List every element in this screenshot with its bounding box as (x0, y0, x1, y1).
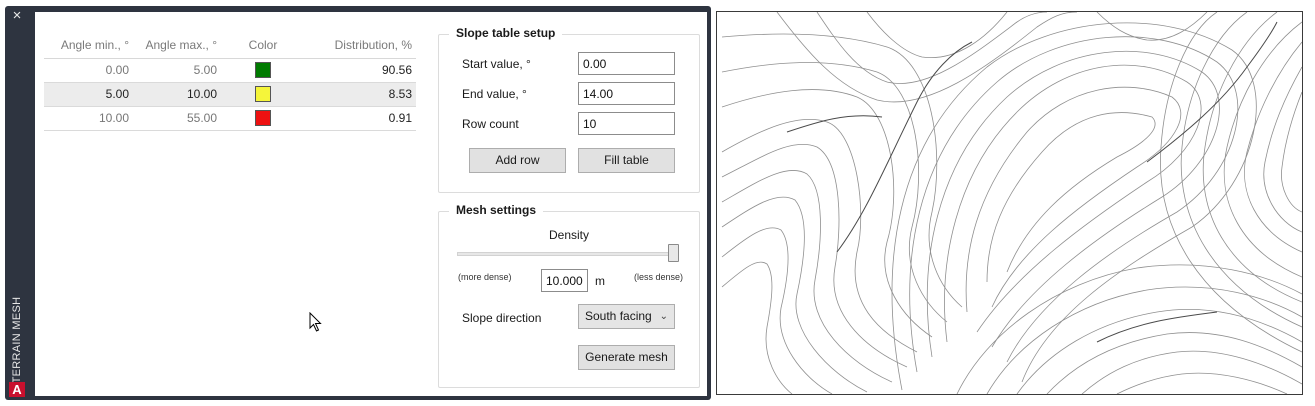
start-value-input[interactable] (578, 52, 675, 75)
palette-title: TERRAIN MESH (11, 296, 23, 384)
density-slider-thumb[interactable] (668, 244, 679, 262)
autocad-logo-icon[interactable]: A (9, 382, 25, 397)
mesh-settings-title: Mesh settings (449, 203, 544, 217)
cell-distribution: 8.53 (305, 82, 416, 107)
color-swatch[interactable] (255, 110, 271, 126)
slope-direction-label: Slope direction (462, 311, 542, 325)
density-slider-track[interactable] (457, 252, 679, 256)
palette-content: Angle min., ° Angle max., ° Color Distri… (35, 12, 707, 396)
table-row[interactable]: 5.00 10.00 8.53 (44, 82, 416, 107)
close-icon[interactable]: × (9, 8, 25, 24)
cell-angle-min[interactable]: 0.00 (44, 58, 133, 83)
slope-direction-dropdown[interactable]: South facing ⌄ (578, 304, 675, 329)
table-row[interactable]: 10.00 55.00 0.91 (44, 106, 416, 131)
cell-angle-min[interactable]: 5.00 (44, 82, 133, 107)
column-header-angle-max[interactable]: Angle max., ° (133, 33, 221, 59)
row-count-label: Row count (462, 117, 519, 131)
column-header-color[interactable]: Color (221, 33, 305, 59)
mesh-settings-group: Mesh settings Density (more dense) m (le… (438, 203, 700, 388)
table-row[interactable]: 0.00 5.00 90.56 (44, 58, 416, 83)
cell-distribution: 0.91 (305, 106, 416, 131)
column-header-angle-min[interactable]: Angle min., ° (44, 33, 133, 59)
cell-color[interactable] (221, 106, 305, 131)
end-value-input[interactable] (578, 82, 675, 105)
cell-angle-max[interactable]: 55.00 (133, 106, 221, 131)
cell-angle-max[interactable]: 5.00 (133, 58, 221, 83)
color-swatch[interactable] (255, 86, 271, 102)
cell-angle-max[interactable]: 10.00 (133, 82, 221, 107)
add-row-button[interactable]: Add row (469, 148, 566, 173)
mouse-cursor-icon (309, 312, 322, 332)
cell-color[interactable] (221, 82, 305, 107)
generate-mesh-button[interactable]: Generate mesh (578, 345, 675, 370)
row-count-input[interactable] (578, 112, 675, 135)
density-unit: m (595, 274, 605, 288)
end-value-label: End value, ° (462, 87, 527, 101)
more-dense-label: (more dense) (458, 272, 512, 282)
color-swatch[interactable] (255, 62, 271, 78)
chevron-down-icon: ⌄ (659, 311, 668, 322)
cell-angle-min[interactable]: 10.00 (44, 106, 133, 131)
fill-table-button[interactable]: Fill table (578, 148, 675, 173)
column-header-distribution[interactable]: Distribution, % (305, 33, 416, 59)
cell-distribution: 90.56 (305, 58, 416, 83)
palette-title-bar[interactable]: × TERRAIN MESH A (5, 6, 29, 400)
less-dense-label: (less dense) (634, 272, 684, 282)
slope-table: Angle min., ° Angle max., ° Color Distri… (44, 33, 416, 131)
terrain-contour-drawing (721, 12, 1302, 394)
slope-table-setup-title: Slope table setup (449, 26, 563, 40)
slope-direction-value: South facing (585, 309, 652, 323)
density-value-input[interactable] (541, 269, 588, 292)
density-label: Density (548, 228, 589, 242)
slope-table-setup-group: Slope table setup Start value, ° End val… (438, 26, 700, 193)
cell-color[interactable] (221, 58, 305, 83)
start-value-label: Start value, ° (462, 57, 531, 71)
terrain-mesh-palette: × TERRAIN MESH A Angle min., ° Angle max… (5, 6, 711, 400)
drawing-viewport[interactable] (716, 11, 1303, 395)
table-header-row: Angle min., ° Angle max., ° Color Distri… (44, 33, 416, 59)
